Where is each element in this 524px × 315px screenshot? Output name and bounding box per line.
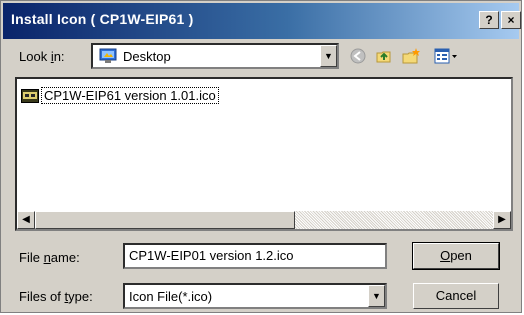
up-folder-icon[interactable] xyxy=(373,45,395,67)
file-list[interactable]: CP1W-EIP61 version 1.01.ico ◀ ▶ xyxy=(15,77,513,231)
look-in-label: Look in: xyxy=(19,49,65,64)
scroll-thumb[interactable] xyxy=(35,211,295,229)
file-name-input[interactable]: CP1W-EIP01 version 1.2.ico xyxy=(123,243,387,269)
file-name: CP1W-EIP61 version 1.01.ico xyxy=(41,87,219,104)
chevron-down-icon[interactable]: ▼ xyxy=(320,45,337,67)
files-of-type-value: Icon File(*.ico) xyxy=(129,289,213,304)
list-item[interactable]: CP1W-EIP61 version 1.01.ico xyxy=(21,87,219,104)
file-name-label: File name: xyxy=(19,250,80,265)
look-in-dropdown[interactable]: Desktop ▼ xyxy=(91,43,339,69)
help-button[interactable]: ? xyxy=(479,11,499,29)
cancel-button[interactable]: Cancel xyxy=(413,283,499,309)
scroll-left-icon[interactable]: ◀ xyxy=(17,211,35,229)
chevron-down-icon[interactable]: ▼ xyxy=(368,285,385,307)
title-bar[interactable]: Install Icon ( CP1W-EIP61 ) ? × xyxy=(3,3,521,39)
desktop-icon xyxy=(99,48,117,64)
close-button[interactable]: × xyxy=(501,11,521,29)
files-of-type-dropdown[interactable]: Icon File(*.ico) ▼ xyxy=(123,283,387,309)
back-icon[interactable] xyxy=(347,45,369,67)
files-of-type-label: Files of type: xyxy=(19,289,93,304)
open-button[interactable]: Open xyxy=(412,242,500,270)
install-icon-dialog: Install Icon ( CP1W-EIP61 ) ? × Look in:… xyxy=(0,0,522,313)
scroll-track[interactable] xyxy=(295,211,493,229)
window-title: Install Icon ( CP1W-EIP61 ) xyxy=(11,11,194,27)
scroll-right-icon[interactable]: ▶ xyxy=(493,211,511,229)
horizontal-scrollbar[interactable]: ◀ ▶ xyxy=(17,211,511,229)
view-menu-icon[interactable] xyxy=(431,45,461,67)
ico-file-icon xyxy=(21,88,39,103)
look-in-value: Desktop xyxy=(123,49,171,64)
new-folder-icon[interactable] xyxy=(399,45,423,67)
